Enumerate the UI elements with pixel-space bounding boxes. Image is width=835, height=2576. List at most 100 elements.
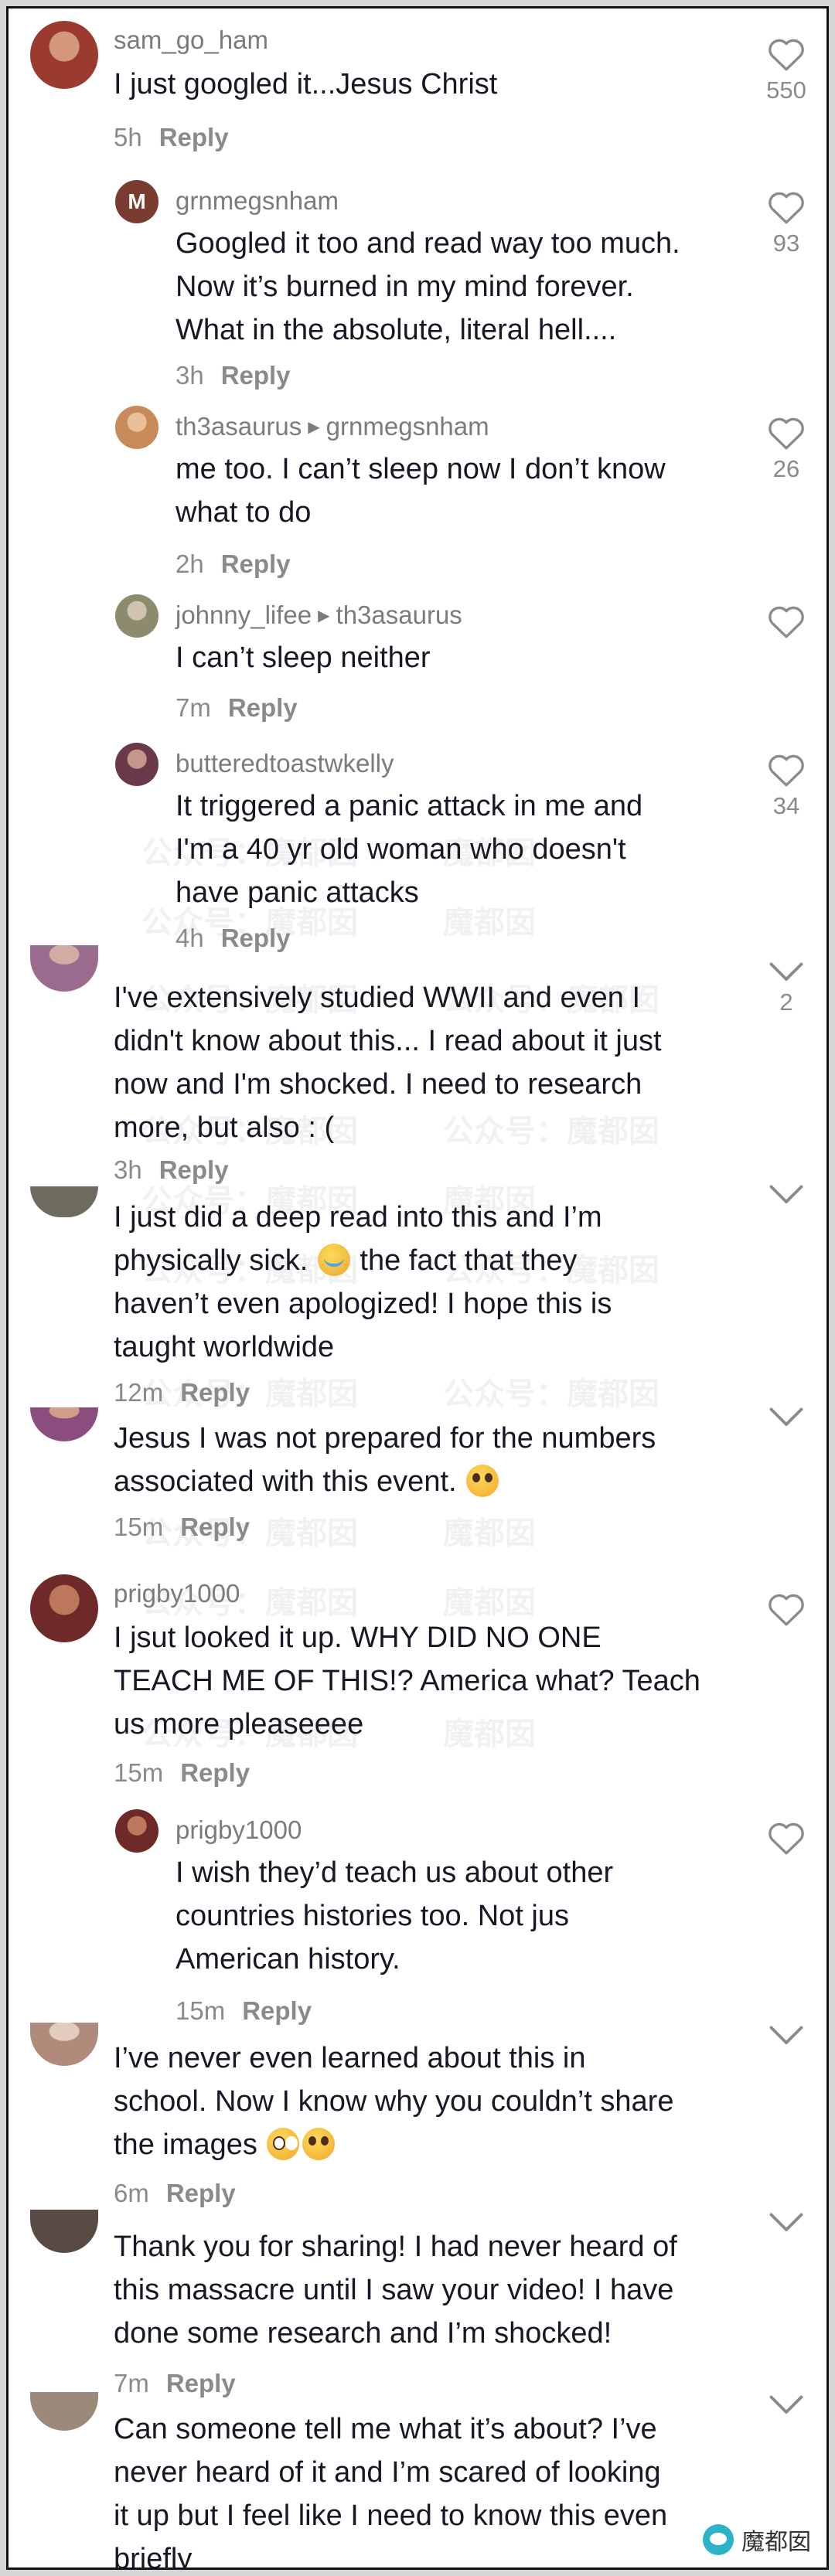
timestamp: 7m (114, 2369, 149, 2397)
chevron-down-icon (769, 1185, 803, 1203)
heart-icon (769, 39, 804, 71)
avatar[interactable]: M (115, 180, 158, 223)
comment-text: I've extensively studied WWII and even I… (114, 982, 662, 1144)
avatar[interactable] (30, 21, 98, 89)
comment-text: I can’t sleep neither (176, 641, 431, 674)
collapse-button[interactable] (763, 2024, 809, 2047)
collapse-button[interactable] (763, 1406, 809, 1429)
comment-text: me too. I can’t sleep now I don’t know w… (176, 453, 666, 529)
comment-meta: 15m Reply (176, 1996, 312, 2026)
timestamp: 3h (114, 1155, 142, 1184)
username[interactable]: grnmegsnham (176, 186, 339, 216)
like-button[interactable]: 550 (763, 36, 809, 104)
like-button[interactable]: 93 (763, 189, 809, 257)
comment-meta: 7m Reply (176, 693, 298, 723)
chevron-down-icon (769, 962, 803, 981)
reply-button[interactable]: Reply (159, 1155, 229, 1184)
like-count: 34 (772, 792, 800, 819)
timestamp: 5h (114, 123, 142, 151)
comment-meta: 7m Reply (114, 2369, 236, 2398)
reply-arrow-icon: ▶ (318, 607, 330, 624)
reply-count: 2 (779, 989, 793, 1016)
avatar[interactable] (30, 945, 98, 992)
comment-meta: 6m Reply (114, 2179, 236, 2208)
flushed-face-emoji (267, 2128, 300, 2160)
like-button[interactable]: 26 (763, 415, 809, 483)
heart-icon (769, 1822, 804, 1855)
like-count: 93 (772, 230, 800, 257)
comment-meta: 3h Reply (176, 361, 291, 390)
reply-button[interactable]: Reply (166, 2179, 236, 2207)
avatar[interactable] (30, 1407, 98, 1441)
avatar[interactable] (115, 406, 158, 449)
comment-text: I’ve never even learned about this in sc… (114, 2042, 674, 2161)
reply-button[interactable]: Reply (228, 693, 298, 722)
heart-icon (769, 417, 804, 450)
avatar[interactable] (115, 594, 158, 638)
comment-meta: 2h Reply (176, 550, 291, 579)
comment-list: 公众号：魔都囡 魔都囡 公众号：魔都囡 魔都囡 公众号：魔都囡 公众号：魔都囡 … (6, 6, 829, 2570)
heart-icon (769, 754, 804, 787)
reply-button[interactable]: Reply (242, 1996, 312, 2025)
reply-arrow-icon: ▶ (308, 418, 320, 436)
comment-meta: 3h Reply (114, 1155, 229, 1185)
reply-button[interactable]: Reply (159, 123, 229, 151)
heart-icon (769, 606, 804, 638)
comment-meta: 5h Reply (114, 123, 229, 152)
reply-button[interactable]: Reply (221, 550, 291, 578)
like-button[interactable] (763, 1591, 809, 1627)
reply-button[interactable]: Reply (221, 361, 291, 390)
username[interactable]: johnny_lifee ▶ th3asaurus (176, 601, 462, 630)
reply-button[interactable]: Reply (180, 1378, 250, 1407)
collapse-button[interactable] (763, 1183, 809, 1206)
username[interactable]: th3asaurus ▶ grnmegsnham (176, 412, 489, 441)
chevron-down-icon (769, 2213, 803, 2231)
avatar[interactable] (30, 1574, 98, 1642)
collapse-button[interactable] (763, 2211, 809, 2234)
timestamp: 7m (176, 693, 211, 722)
like-button[interactable]: 34 (763, 752, 809, 820)
watermark: 公众号：魔都囡 (443, 1377, 659, 1411)
timestamp: 3h (176, 361, 204, 390)
reply-button[interactable]: Reply (180, 1758, 250, 1787)
avatar[interactable] (30, 1186, 98, 1217)
comment-text: I jsut looked it up. WHY DID NO ONE TEAC… (114, 1621, 700, 1741)
collapse-button[interactable]: 2 (763, 961, 809, 1016)
pleading-face-emoji (302, 2128, 336, 2160)
reply-button[interactable]: Reply (180, 1513, 250, 1541)
heart-icon (769, 1594, 804, 1626)
timestamp: 6m (114, 2179, 149, 2207)
avatar[interactable] (30, 2023, 98, 2066)
avatar[interactable] (115, 1809, 158, 1853)
reply-button[interactable]: Reply (221, 924, 291, 952)
avatar[interactable] (30, 2392, 98, 2431)
comment-text: I just googled it...Jesus Christ (114, 68, 498, 100)
collapse-button[interactable] (763, 2394, 809, 2417)
timestamp: 4h (176, 924, 204, 952)
comment-meta: 15m Reply (114, 1513, 250, 1542)
comment-text: I wish they’d teach us about other count… (176, 1856, 614, 1975)
timestamp: 15m (176, 1996, 226, 2025)
avatar[interactable] (30, 2210, 98, 2253)
username[interactable]: prigby1000 (176, 1815, 302, 1845)
comment-text: It triggered a panic attack in me and I'… (176, 790, 643, 909)
timestamp: 15m (114, 1758, 164, 1787)
timestamp: 12m (114, 1378, 164, 1407)
username[interactable]: butteredtoastwkelly (176, 749, 394, 778)
comment-meta: 12m Reply (114, 1378, 250, 1407)
chevron-down-icon (769, 2026, 803, 2044)
pleading-face-emoji (466, 1465, 499, 1497)
reply-button[interactable]: Reply (166, 2369, 236, 2397)
avatar[interactable] (115, 743, 158, 786)
username[interactable]: prigby1000 (114, 1579, 240, 1608)
comment-text: Jesus I was not prepared for the numbers… (114, 1422, 656, 1498)
heart-icon (769, 192, 804, 224)
like-button[interactable] (763, 1820, 809, 1856)
like-count: 26 (772, 455, 800, 482)
chevron-down-icon (769, 1407, 803, 1426)
corner-watermark: 魔都囡 (703, 2523, 811, 2557)
username[interactable]: sam_go_ham (114, 26, 268, 55)
like-button[interactable] (763, 604, 809, 639)
timestamp: 2h (176, 550, 204, 578)
crying-face-emoji (317, 1244, 350, 1276)
